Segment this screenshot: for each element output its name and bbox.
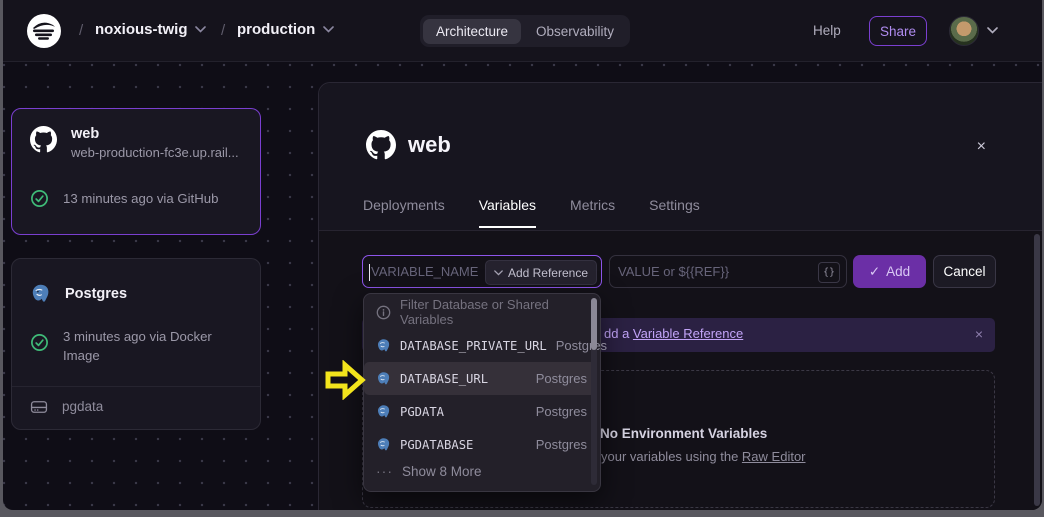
empty-state-subtitle: your variables using the Raw Editor — [601, 449, 806, 464]
banner-text: dd a Variable Reference — [604, 326, 743, 341]
postgres-icon — [376, 437, 391, 452]
panel-tabs: Deployments Variables Metrics Settings — [363, 197, 700, 213]
volume-name: pgdata — [62, 399, 103, 414]
view-switcher: Architecture Observability — [420, 15, 630, 47]
github-icon — [30, 126, 57, 153]
tab-architecture[interactable]: Architecture — [423, 19, 521, 44]
show-more-button[interactable]: ··· Show 8 More — [364, 456, 590, 486]
chevron-down-icon — [494, 270, 503, 276]
banner-close-icon[interactable]: × — [975, 326, 983, 342]
app-window: / noxious-twig / production Architecture… — [3, 0, 1042, 510]
postgres-icon — [30, 283, 51, 304]
variable-source: Postgres — [536, 404, 587, 419]
deploy-success-icon — [30, 189, 49, 208]
service-card-postgres[interactable]: Postgres 3 minutes ago via Docker Image … — [11, 258, 261, 430]
raw-editor-link[interactable]: Raw Editor — [742, 449, 806, 464]
variable-value-input[interactable] — [610, 264, 846, 279]
close-icon[interactable]: × — [977, 138, 986, 156]
help-link[interactable]: Help — [813, 23, 841, 38]
variable-name: DATABASE_PRIVATE_URL — [400, 339, 547, 353]
variable-reference-dropdown: Filter Database or Shared Variables DATA… — [363, 293, 601, 492]
project-chevron-down-icon[interactable] — [195, 26, 206, 33]
dropdown-scrollbar-thumb[interactable] — [591, 298, 597, 350]
check-icon: ✓ — [869, 264, 880, 280]
service-name: Postgres — [65, 286, 127, 302]
panel-scrollbar-thumb[interactable] — [1034, 234, 1040, 506]
dropdown-item-database-url[interactable]: DATABASE_URL Postgres — [364, 362, 597, 395]
cancel-button[interactable]: Cancel — [933, 255, 996, 288]
account-chevron-down-icon[interactable] — [987, 27, 998, 34]
add-button-label: Add — [886, 264, 910, 279]
variable-source: Postgres — [556, 338, 607, 353]
deploy-status: 3 minutes ago via Docker Image — [63, 327, 231, 365]
share-button[interactable]: Share — [869, 16, 927, 46]
environment-chevron-down-icon[interactable] — [323, 26, 334, 33]
variable-name-field: Add Reference — [362, 255, 602, 288]
variable-source: Postgres — [536, 437, 587, 452]
deploy-status: 13 minutes ago via GitHub — [63, 189, 218, 208]
tab-deployments[interactable]: Deployments — [363, 197, 445, 213]
screenshot-frame: / noxious-twig / production Architecture… — [0, 0, 1044, 517]
breadcrumb-environment[interactable]: production — [237, 21, 315, 38]
service-card-web[interactable]: web web-production-fc3e.up.rail... 13 mi… — [11, 108, 261, 235]
dropdown-filter-placeholder: Filter Database or Shared Variables — [400, 297, 590, 327]
info-icon — [376, 305, 391, 320]
add-reference-button[interactable]: Add Reference — [485, 260, 597, 285]
variable-name: PGDATABASE — [400, 438, 473, 452]
tab-metrics[interactable]: Metrics — [570, 197, 615, 213]
ellipsis-icon: ··· — [376, 463, 393, 479]
dropdown-item-pgdata[interactable]: PGDATA Postgres — [364, 395, 597, 428]
banner-text-visible: dd a — [604, 326, 633, 341]
service-domain[interactable]: web-production-fc3e.up.rail... — [71, 145, 249, 160]
postgres-icon — [376, 404, 391, 419]
variable-name: DATABASE_URL — [400, 372, 488, 386]
variable-value-field: {} — [609, 255, 847, 288]
breadcrumb-separator: / — [79, 22, 83, 39]
github-icon — [366, 130, 396, 160]
dropdown-item-database-private-url[interactable]: DATABASE_PRIVATE_URL Postgres — [364, 329, 597, 362]
tab-observability[interactable]: Observability — [523, 19, 627, 44]
dropdown-filter-input[interactable]: Filter Database or Shared Variables — [364, 297, 590, 327]
add-reference-label: Add Reference — [508, 266, 588, 280]
deploy-success-icon — [30, 333, 49, 352]
variable-name: PGDATA — [400, 405, 444, 419]
top-navbar: / noxious-twig / production Architecture… — [3, 0, 1042, 62]
breadcrumb-separator: / — [221, 22, 225, 39]
panel-title: web — [408, 132, 451, 158]
empty-subtitle-text: your variables using the — [601, 449, 742, 464]
empty-state-title: No Environment Variables — [600, 426, 767, 441]
tab-settings[interactable]: Settings — [649, 197, 700, 213]
cursor-arrow — [324, 360, 366, 400]
braces-editor-icon[interactable]: {} — [818, 262, 840, 283]
variable-reference-link[interactable]: Variable Reference — [633, 326, 743, 341]
text-caret — [369, 264, 370, 281]
volume-row[interactable]: pgdata — [30, 399, 103, 414]
breadcrumb-project[interactable]: noxious-twig — [95, 21, 188, 38]
card-divider — [12, 386, 260, 387]
postgres-icon — [376, 371, 391, 386]
panel-header: web × Deployments Variables Metrics Sett… — [319, 83, 1042, 231]
tab-variables[interactable]: Variables — [479, 197, 536, 213]
postgres-icon — [376, 338, 391, 353]
service-name: web — [71, 126, 249, 142]
add-variable-button[interactable]: ✓ Add — [853, 255, 926, 288]
show-more-label: Show 8 More — [402, 464, 482, 479]
user-avatar[interactable] — [949, 16, 979, 46]
railway-logo-icon[interactable] — [26, 13, 62, 49]
variable-source: Postgres — [536, 371, 587, 386]
volume-icon — [30, 400, 48, 414]
